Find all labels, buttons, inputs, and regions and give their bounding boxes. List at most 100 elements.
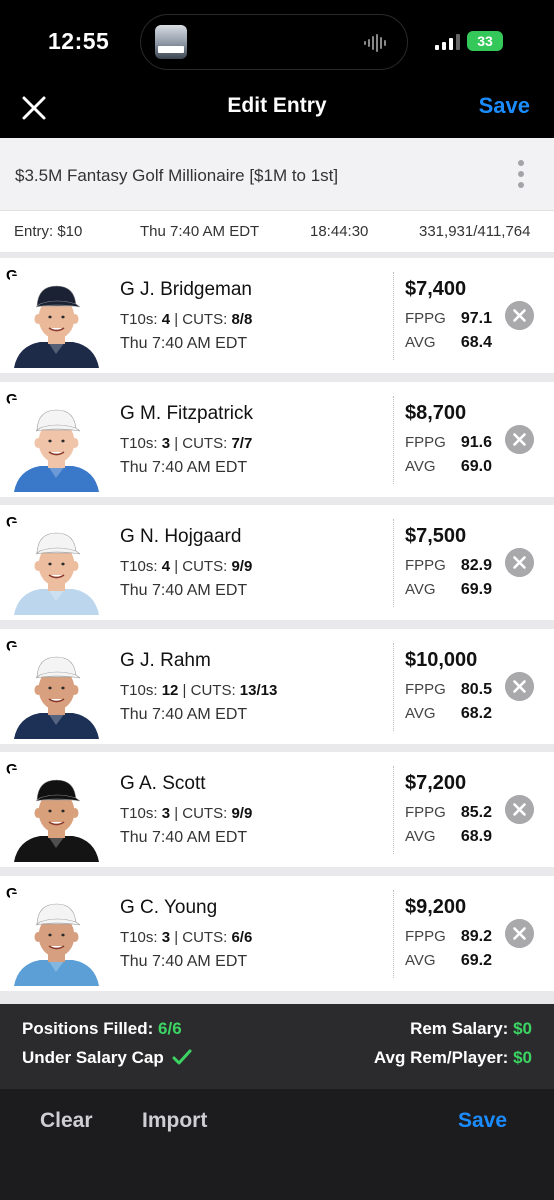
avg-value: 69.0 [460, 457, 492, 475]
player-name[interactable]: G C. Young [120, 897, 217, 919]
now-playing-artwork [155, 25, 187, 59]
contest-name: $3.5M Fantasy Golf Millionaire [$1M to 1… [15, 166, 339, 185]
avg-label: AVG [405, 457, 436, 475]
import-button[interactable]: Import [142, 1109, 207, 1133]
player-card[interactable]: GG J. BridgemanT10s: 4 | CUTS: 8/8Thu 7:… [0, 258, 554, 373]
player-photo [10, 523, 103, 615]
more-options-icon[interactable] [516, 160, 526, 192]
player-name[interactable]: G J. Bridgeman [120, 279, 252, 301]
status-time: 12:55 [48, 28, 110, 54]
lineup-summary: Positions Filled: 6/6 Under Salary Cap R… [0, 1004, 554, 1089]
clear-button[interactable]: Clear [40, 1109, 93, 1133]
card-divider [393, 395, 394, 484]
player-card[interactable]: GG J. RahmT10s: 12 | CUTS: 13/13Thu 7:40… [0, 628, 554, 744]
avg-label: AVG [405, 951, 436, 969]
player-stats: T10s: 3 | CUTS: 9/9 [120, 805, 252, 822]
cuts-value: 8/8 [231, 311, 253, 328]
t10s-label: T10s: [120, 311, 158, 328]
player-name[interactable]: G J. Rahm [120, 650, 211, 672]
header-save-button[interactable]: Save [479, 93, 530, 119]
player-name[interactable]: G M. Fitzpatrick [120, 403, 253, 425]
player-stats: T10s: 3 | CUTS: 6/6 [120, 929, 252, 946]
player-name[interactable]: G A. Scott [120, 773, 206, 795]
avg-value: 68.4 [460, 334, 492, 351]
player-stats: T10s: 4 | CUTS: 8/8 [120, 311, 252, 328]
player-card[interactable]: GG A. ScottT10s: 3 | CUTS: 9/9Thu 7:40 A… [0, 752, 554, 867]
tee-time: Thu 7:40 AM EDT [120, 705, 248, 723]
cuts-label: | CUTS: [174, 928, 228, 946]
card-divider [393, 766, 394, 854]
remove-player-icon[interactable] [505, 671, 534, 701]
card-divider [393, 889, 394, 978]
dynamic-island[interactable] [140, 14, 408, 70]
player-photo [10, 276, 103, 368]
player-salary: $7,200 [405, 772, 467, 794]
avg-label: AVG [405, 704, 436, 722]
tee-time: Thu 7:40 AM EDT [120, 458, 248, 476]
cuts-value: 6/6 [231, 928, 253, 946]
player-salary: $7,400 [405, 278, 467, 300]
t10s-label: T10s: [120, 558, 158, 575]
fppg-value: 97.1 [460, 310, 492, 327]
salary-cap-label: Under Salary Cap [22, 1048, 164, 1067]
cuts-value: 9/9 [231, 805, 253, 822]
t10s-value: 3 [161, 434, 171, 452]
t10s-value: 3 [161, 805, 171, 822]
cuts-label: | CUTS: [174, 434, 228, 452]
player-name[interactable]: G N. Hojgaard [120, 526, 241, 548]
tee-time: Thu 7:40 AM EDT [120, 952, 248, 970]
player-stats: T10s: 12 | CUTS: 13/13 [120, 682, 277, 699]
bottom-toolbar: Clear Import Save [0, 1089, 554, 1200]
page-title: Edit Entry [227, 94, 327, 117]
fppg-value: 91.6 [460, 433, 492, 451]
t10s-label: T10s: [120, 434, 158, 452]
fppg-value: 82.9 [460, 557, 492, 574]
remove-player-icon[interactable] [505, 548, 534, 577]
fppg-label: FPPG [405, 310, 446, 327]
t10s-value: 4 [161, 311, 171, 328]
t10s-value: 12 [161, 681, 179, 699]
player-photo [10, 646, 103, 739]
remaining-salary: Rem Salary: $0 [410, 1019, 532, 1039]
player-salary: $9,200 [405, 895, 467, 918]
remove-player-icon[interactable] [505, 301, 534, 330]
positions-filled: Positions Filled: 6/6 [22, 1019, 182, 1039]
avg-label: AVG [405, 581, 436, 598]
fppg-label: FPPG [405, 557, 446, 574]
avg-label: AVG [405, 828, 436, 845]
player-card[interactable]: GG M. FitzpatrickT10s: 3 | CUTS: 7/7Thu … [0, 381, 554, 497]
bottom-save-button[interactable]: Save [458, 1109, 507, 1133]
avg-remaining-per-player: Avg Rem/Player: $0 [374, 1048, 532, 1068]
t10s-value: 3 [161, 928, 171, 946]
battery-indicator: 33 [467, 31, 503, 51]
player-salary: $8,700 [405, 401, 467, 424]
player-photo [10, 893, 103, 986]
fppg-label: FPPG [405, 433, 446, 451]
cuts-value: 13/13 [239, 681, 278, 699]
t10s-value: 4 [161, 558, 171, 575]
player-stats: T10s: 3 | CUTS: 7/7 [120, 435, 252, 452]
remove-player-icon[interactable] [505, 424, 534, 454]
player-card[interactable]: GG C. YoungT10s: 3 | CUTS: 6/6Thu 7:40 A… [0, 875, 554, 991]
player-card[interactable]: GG N. HojgaardT10s: 4 | CUTS: 9/9Thu 7:4… [0, 505, 554, 620]
card-divider [393, 642, 394, 731]
rem-salary-label: Rem Salary: [410, 1019, 509, 1038]
nav-header: Edit Entry Save [0, 80, 554, 138]
cuts-label: | CUTS: [174, 558, 228, 575]
cuts-label: | CUTS: [182, 681, 236, 699]
remove-player-icon[interactable] [505, 918, 534, 948]
player-photo [10, 770, 103, 862]
remove-player-icon[interactable] [505, 795, 534, 824]
player-salary: $7,500 [405, 525, 467, 547]
cuts-label: | CUTS: [174, 805, 228, 822]
avg-value: 68.9 [460, 828, 492, 845]
tee-time: Thu 7:40 AM EDT [120, 582, 248, 599]
avg-value: 68.2 [460, 704, 492, 722]
cellular-signal-icon [435, 34, 460, 50]
salary-cap-status: Under Salary Cap [22, 1048, 192, 1068]
checkmark-icon [172, 1049, 192, 1065]
fppg-value: 80.5 [460, 680, 492, 698]
t10s-label: T10s: [120, 928, 158, 946]
player-stats: T10s: 4 | CUTS: 9/9 [120, 558, 252, 575]
avg-rem-label: Avg Rem/Player: [373, 1048, 509, 1067]
